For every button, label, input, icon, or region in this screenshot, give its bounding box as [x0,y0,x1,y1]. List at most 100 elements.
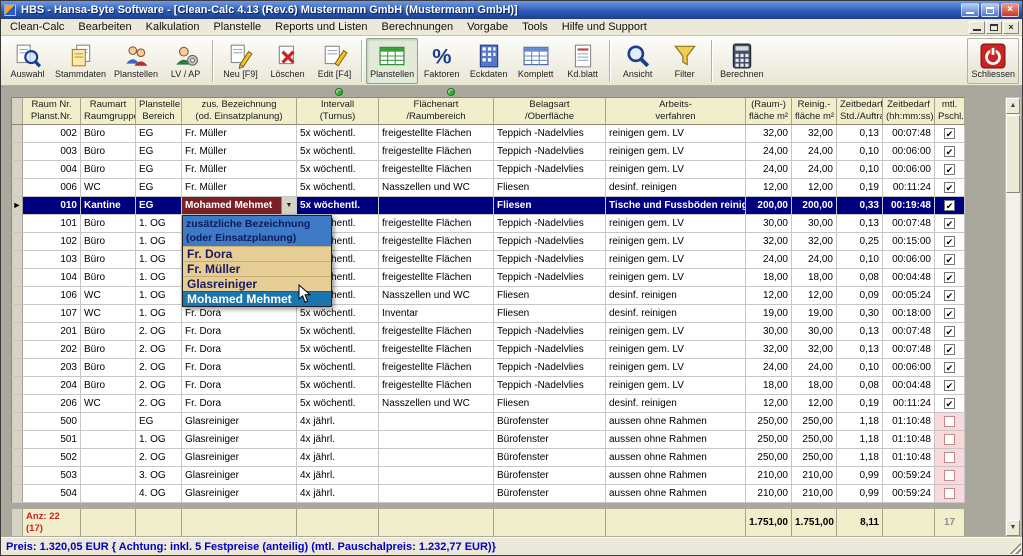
table-row[interactable]: 206 WC 2. OG Fr. Dora 5x wöchentl. Nasszellen… [11,395,965,413]
cell-std[interactable]: 1,18 [837,413,883,431]
cell-reinig[interactable]: 32,00 [792,125,837,143]
cell-flaeche[interactable]: Nasszellen und WC [379,179,494,197]
cell-std[interactable]: 0,19 [837,395,883,413]
close-button[interactable]: × [1001,3,1019,17]
cell-std[interactable]: 0,08 [837,377,883,395]
pschl-checkbox[interactable]: ✔ [944,379,955,391]
cell-bereich[interactable]: 1. OG [136,233,182,251]
cell-pschl[interactable]: ✔ [935,305,965,323]
cell-pschl[interactable] [935,467,965,485]
cell-verfahren[interactable]: aussen ohne Rahmen [606,431,746,449]
pschl-checkbox[interactable] [944,487,955,499]
cell-pschl[interactable]: ✔ [935,179,965,197]
cell-std[interactable]: 0,33 [837,197,883,215]
cell-bez[interactable]: Fr. Dora [182,341,297,359]
cell-raum[interactable]: 12,00 [746,287,792,305]
cell-zeit[interactable]: 00:07:48 [883,341,935,359]
cell-bereich[interactable]: 2. OG [136,359,182,377]
cell-flaeche[interactable]: Inventar [379,305,494,323]
cell-intervall[interactable]: 5x wöchentl. [297,341,379,359]
cell-bereich[interactable]: 4. OG [136,485,182,503]
cell-belag[interactable]: Teppich -Nadelvlies [494,323,606,341]
cell-verfahren[interactable]: reinigen gem. LV [606,359,746,377]
cell-bez[interactable]: Mohamed Mehmet ▼ [182,197,297,215]
cell-std[interactable]: 0,10 [837,359,883,377]
cell-zeit[interactable]: 00:04:48 [883,269,935,287]
toolbar-button-filter[interactable]: Filter [661,38,708,84]
toolbar-button-kd-blatt[interactable]: Kd.blatt [559,38,606,84]
cell-bez[interactable]: Fr. Dora [182,395,297,413]
cell-raum[interactable]: 24,00 [746,251,792,269]
cell-pschl[interactable]: ✔ [935,359,965,377]
cell-pschl[interactable]: ✔ [935,161,965,179]
cell-zeit[interactable]: 00:06:00 [883,161,935,179]
cell-std[interactable]: 0,13 [837,341,883,359]
cell-intervall[interactable]: 4x jährl. [297,467,379,485]
cell-std[interactable]: 0,19 [837,179,883,197]
cell-zeit[interactable]: 00:59:24 [883,485,935,503]
cell-bez[interactable]: Fr. Müller [182,179,297,197]
cell-flaeche[interactable]: Nasszellen und WC [379,287,494,305]
menu-planstelle[interactable]: Planstelle [206,20,268,34]
cell-raum[interactable]: 250,00 [746,431,792,449]
cell-belag[interactable]: Bürofenster [494,449,606,467]
minimize-button[interactable] [961,3,979,17]
cell-belag[interactable]: Teppich -Nadelvlies [494,359,606,377]
col-header-raumart-raumgruppe[interactable]: Raumart Raumgruppe [81,97,136,125]
cell-flaeche[interactable] [379,485,494,503]
cell-art[interactable]: Büro [81,341,136,359]
cell-bereich[interactable]: 3. OG [136,467,182,485]
cell-verfahren[interactable]: reinigen gem. LV [606,323,746,341]
cell-flaeche[interactable]: freigestellte Flächen [379,341,494,359]
cell-intervall[interactable]: 5x wöchentl. [297,125,379,143]
cell-raum[interactable]: 12,00 [746,179,792,197]
vertical-scrollbar[interactable]: ▲ ▼ [1005,97,1021,537]
cell-art[interactable]: Büro [81,251,136,269]
cell-nr[interactable]: 103 [23,251,81,269]
cell-nr[interactable]: 203 [23,359,81,377]
cell-verfahren[interactable]: desinf. reinigen [606,287,746,305]
table-row[interactable]: 101Büro1. OG5x wöchentl.freigestellte Fl… [11,215,965,233]
cell-belag[interactable]: Teppich -Nadelvlies [494,125,606,143]
cell-nr[interactable]: 101 [23,215,81,233]
cell-intervall[interactable]: 5x wöchentl. [297,179,379,197]
pschl-checkbox[interactable]: ✔ [944,217,955,229]
pschl-checkbox[interactable] [944,415,955,427]
cell-intervall[interactable]: 5x wöchentl. [297,161,379,179]
cell-reinig[interactable]: 24,00 [792,161,837,179]
cell-art[interactable]: Büro [81,215,136,233]
menu-kalkulation[interactable]: Kalkulation [139,20,207,34]
cell-verfahren[interactable]: reinigen gem. LV [606,143,746,161]
cell-pschl[interactable] [935,413,965,431]
cell-zeit[interactable]: 00:15:00 [883,233,935,251]
cell-flaeche[interactable]: freigestellte Flächen [379,233,494,251]
scroll-thumb[interactable] [1006,115,1020,193]
menu-hilfe-und-support[interactable]: Hilfe und Support [555,20,654,34]
cell-reinig[interactable]: 12,00 [792,179,837,197]
cell-nr[interactable]: 010 [23,197,81,215]
cell-raum[interactable]: 18,00 [746,377,792,395]
cell-intervall[interactable]: 5x wöchentl. [297,359,379,377]
cell-pschl[interactable]: ✔ [935,215,965,233]
toolbar-button-schliessen[interactable]: Schliessen [967,37,1019,84]
menu-berechnungen[interactable]: Berechnungen [375,20,461,34]
table-row[interactable]: 501 1. OG Glasreiniger 4x jährl. Bürofenster… [11,431,965,449]
cell-verfahren[interactable]: desinf. reinigen [606,179,746,197]
cell-reinig[interactable]: 200,00 [792,197,837,215]
cell-art[interactable]: Büro [81,161,136,179]
cell-zeit[interactable]: 00:05:24 [883,287,935,305]
cell-reinig[interactable]: 24,00 [792,143,837,161]
cell-bez[interactable]: Fr. Dora [182,377,297,395]
col-header-zeitbedarf-hh-mm-ss[interactable]: Zeitbedarf (hh:mm:ss) [883,97,935,125]
cell-belag[interactable]: Bürofenster [494,413,606,431]
col-header-flächenart-raumbereich[interactable]: Flächenart/Raumbereich [379,97,494,125]
cell-nr[interactable]: 003 [23,143,81,161]
cell-reinig[interactable]: 12,00 [792,395,837,413]
cell-bereich[interactable]: EG [136,197,182,215]
cell-zeit[interactable]: 00:06:00 [883,359,935,377]
cell-reinig[interactable]: 18,00 [792,377,837,395]
col-header-planstelle-bereich[interactable]: Planstelle Bereich [136,97,182,125]
resize-grip[interactable] [1008,541,1021,554]
toolbar-button-komplett[interactable]: Komplett [512,38,559,84]
cell-nr[interactable]: 201 [23,323,81,341]
